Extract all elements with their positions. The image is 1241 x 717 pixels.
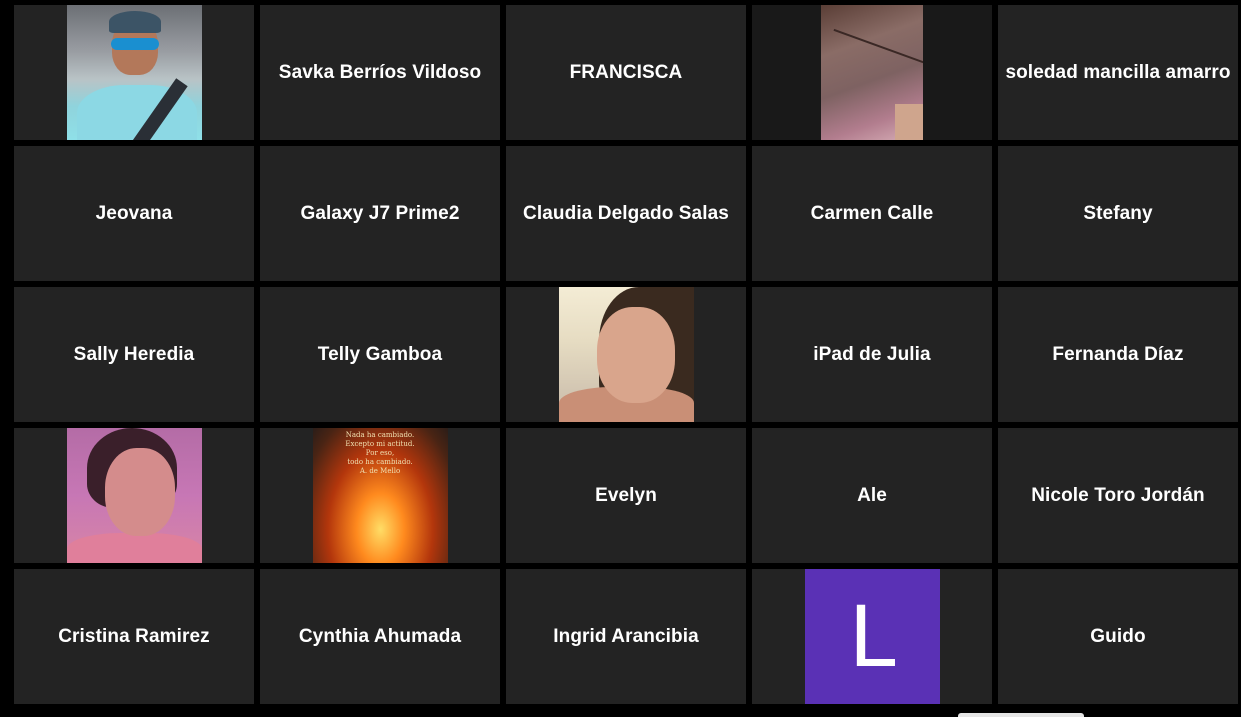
participant-video-thumbnail — [66, 5, 202, 140]
participant-video-thumbnail — [558, 287, 694, 422]
participant-tile[interactable]: Telly Gamboa — [260, 287, 500, 422]
participant-name: Sally Heredia — [73, 343, 195, 365]
participant-tile[interactable]: Claudia Delgado Salas — [506, 146, 746, 281]
participant-video-thumbnail — [821, 5, 923, 140]
participant-name: Telly Gamboa — [317, 343, 443, 365]
participant-name: soledad mancilla amarro — [1005, 61, 1231, 83]
participant-avatar: L — [804, 569, 940, 704]
participant-tile[interactable]: Nicole Toro Jordán — [998, 428, 1238, 563]
participant-name: Savka Berríos Vildoso — [278, 61, 482, 83]
participant-grid: Savka Berríos Vildoso FRANCISCA soledad … — [14, 5, 1238, 705]
participant-tile[interactable]: FRANCISCA — [506, 5, 746, 140]
participant-tile[interactable]: soledad mancilla amarro — [998, 5, 1238, 140]
participant-name: Stefany — [1083, 202, 1153, 224]
participant-name: Ingrid Arancibia — [553, 625, 699, 647]
participant-tile[interactable]: Galaxy J7 Prime2 — [260, 146, 500, 281]
participant-tile[interactable]: Cristina Ramirez — [14, 569, 254, 704]
participant-name: Jeovana — [95, 202, 173, 224]
participant-tile[interactable]: L — [752, 569, 992, 704]
participant-name: Carmen Calle — [810, 202, 934, 224]
participant-tile[interactable] — [506, 287, 746, 422]
participant-tile[interactable]: Savka Berríos Vildoso — [260, 5, 500, 140]
participant-tile[interactable] — [14, 428, 254, 563]
participant-tile[interactable] — [14, 5, 254, 140]
participant-tile[interactable]: Stefany — [998, 146, 1238, 281]
poster-quote: Nada ha cambiado. Excepto mi actitud. Po… — [345, 431, 415, 475]
participant-name: Claudia Delgado Salas — [523, 202, 729, 224]
participant-tile[interactable]: Guido — [998, 569, 1238, 704]
participant-tile[interactable]: Evelyn — [506, 428, 746, 563]
participant-tile[interactable]: Fernanda Díaz — [998, 287, 1238, 422]
participant-tile[interactable]: Ingrid Arancibia — [506, 569, 746, 704]
participant-name: Cristina Ramirez — [58, 625, 210, 647]
participant-name: Evelyn — [595, 484, 657, 506]
participant-name: iPad de Julia — [813, 343, 931, 365]
participant-tile[interactable]: Sally Heredia — [14, 287, 254, 422]
participant-tile[interactable]: Carmen Calle — [752, 146, 992, 281]
participant-name: Guido — [1090, 625, 1146, 647]
participant-tile[interactable] — [752, 5, 992, 140]
participant-name: Nicole Toro Jordán — [1031, 484, 1205, 506]
participant-video-thumbnail — [66, 428, 202, 563]
participant-name: Fernanda Díaz — [1052, 343, 1184, 365]
participant-tile[interactable]: Ale — [752, 428, 992, 563]
participant-name: FRANCISCA — [569, 61, 683, 83]
participant-tile[interactable]: Jeovana — [14, 146, 254, 281]
participant-name: Ale — [857, 484, 887, 506]
home-indicator-bar[interactable] — [958, 713, 1084, 717]
participant-name: Cynthia Ahumada — [298, 625, 462, 647]
participant-tile[interactable]: Cynthia Ahumada — [260, 569, 500, 704]
participant-tile[interactable]: Nada ha cambiado. Excepto mi actitud. Po… — [260, 428, 500, 563]
participant-video-thumbnail: Nada ha cambiado. Excepto mi actitud. Po… — [312, 428, 448, 563]
participant-tile[interactable]: iPad de Julia — [752, 287, 992, 422]
participant-name: Galaxy J7 Prime2 — [300, 202, 460, 224]
